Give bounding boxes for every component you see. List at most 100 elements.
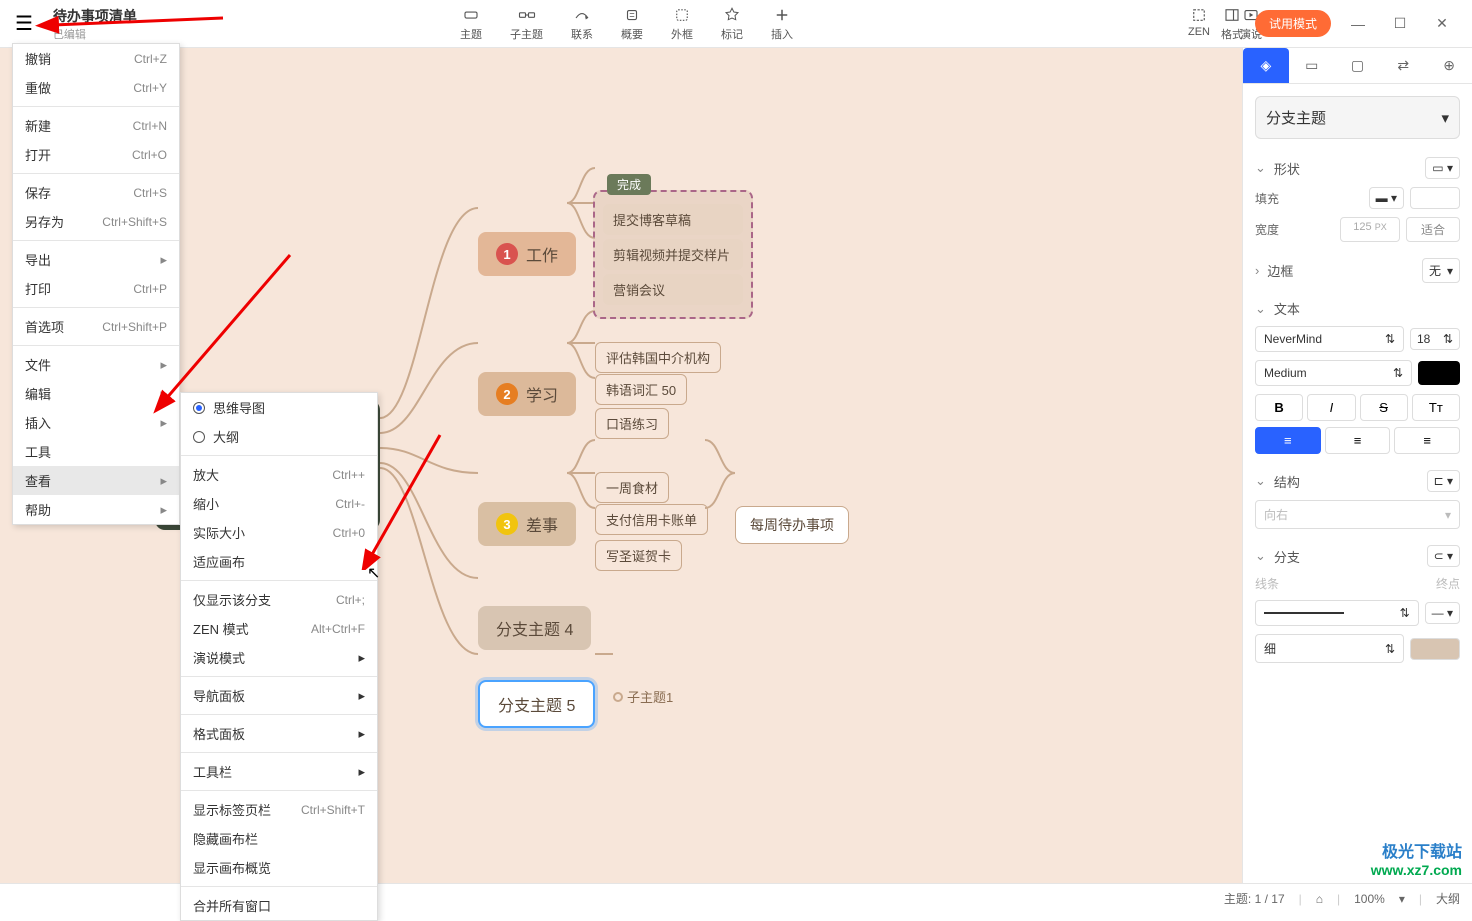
menu-item[interactable]: 打开Ctrl+O	[13, 140, 179, 169]
text-color[interactable]	[1418, 361, 1460, 385]
tab-4[interactable]: ⇄	[1380, 48, 1426, 83]
maximize-button[interactable]: ☐	[1385, 15, 1415, 32]
line-end[interactable]: — ▾	[1425, 602, 1460, 624]
subtopic-button[interactable]: 子主题	[510, 6, 543, 42]
chevron-down-icon[interactable]: ▾	[1399, 892, 1405, 906]
branch-study[interactable]: 2学习	[478, 372, 576, 416]
outline-toggle[interactable]: 大纲	[1436, 890, 1460, 907]
submenu-item[interactable]: 演说模式▸	[181, 643, 377, 672]
branch-shape[interactable]: ⊂ ▾	[1427, 545, 1460, 567]
insert-button[interactable]: 插入	[771, 6, 793, 42]
marker-button[interactable]: 标记	[721, 6, 743, 42]
menu-item[interactable]: 打印Ctrl+P	[13, 274, 179, 303]
italic-button[interactable]: I	[1307, 394, 1355, 421]
menu-item[interactable]: 工具	[13, 437, 179, 466]
font-size[interactable]: 18⇅	[1410, 328, 1460, 350]
minimize-button[interactable]: —	[1343, 16, 1373, 32]
status-zoom[interactable]: 100%	[1354, 892, 1385, 906]
menu-item[interactable]: 编辑▸	[13, 379, 179, 408]
tab-5[interactable]: ⊕	[1426, 48, 1472, 83]
width-input[interactable]: 125 PX	[1340, 217, 1400, 242]
topic-type-selector[interactable]: 分支主题▾	[1255, 96, 1460, 139]
leaf[interactable]: 一周食材	[595, 472, 669, 503]
map-icon[interactable]: ⌂	[1316, 892, 1323, 906]
branch-errand[interactable]: 3差事	[478, 502, 576, 546]
submenu-item[interactable]: 仅显示该分支Ctrl+;	[181, 585, 377, 614]
submenu-item[interactable]: 合并所有窗口	[181, 891, 377, 920]
boundary-button[interactable]: 外框	[671, 6, 693, 42]
align-center[interactable]: ≡	[1325, 427, 1391, 454]
menu-item[interactable]: 导出▸	[13, 245, 179, 274]
menu-item[interactable]: 查看▸	[13, 466, 179, 495]
submenu-item[interactable]: 实际大小Ctrl+0	[181, 518, 377, 547]
leaf[interactable]: 韩语词汇 50	[595, 374, 687, 405]
direction-select[interactable]: 向右▾	[1255, 500, 1460, 529]
submenu-item[interactable]: 适应画布	[181, 547, 377, 576]
menu-item[interactable]: 新建Ctrl+N	[13, 111, 179, 140]
submenu-item[interactable]: 格式面板▸	[181, 719, 377, 748]
submenu-item[interactable]: 隐藏画布栏	[181, 824, 377, 853]
leaf[interactable]: 营销会议	[603, 274, 743, 305]
submenu-item[interactable]: 放大Ctrl++	[181, 460, 377, 489]
submenu-item[interactable]: 显示标签页栏Ctrl+Shift+T	[181, 795, 377, 824]
bold-button[interactable]: B	[1255, 394, 1303, 421]
menu-item[interactable]: 帮助▸	[13, 495, 179, 524]
menu-item[interactable]: 插入▸	[13, 408, 179, 437]
format-toggle[interactable]: 格式	[1221, 6, 1243, 42]
tab-3[interactable]: ▢	[1335, 48, 1381, 83]
submenu-item[interactable]: 大纲	[181, 422, 377, 451]
submenu-item[interactable]: 缩小Ctrl+-	[181, 489, 377, 518]
zen-button[interactable]: ZEN	[1188, 6, 1210, 42]
summary-button[interactable]: 概要	[621, 6, 643, 42]
textcase-button[interactable]: Tт	[1412, 394, 1460, 421]
fill-swatch[interactable]	[1410, 187, 1460, 209]
view-submenu: 思维导图大纲放大Ctrl++缩小Ctrl+-实际大小Ctrl+0适应画布仅显示该…	[180, 392, 378, 921]
document-status: 已编辑	[53, 26, 137, 42]
align-right[interactable]: ≡	[1394, 427, 1460, 454]
menu-item[interactable]: 保存Ctrl+S	[13, 178, 179, 207]
tab-style[interactable]: ◈	[1243, 48, 1289, 83]
submenu-item[interactable]: 导航面板▸	[181, 681, 377, 710]
menu-item[interactable]: 撤销Ctrl+Z	[13, 44, 179, 73]
leaf[interactable]: 支付信用卡账单	[595, 504, 708, 535]
submenu-item[interactable]: 思维导图	[181, 393, 377, 422]
menu-item[interactable]: 重做Ctrl+Y	[13, 73, 179, 102]
branch-4[interactable]: 分支主题 4	[478, 606, 591, 650]
line-style[interactable]: ⇅	[1255, 600, 1419, 626]
branch-color[interactable]	[1410, 638, 1460, 660]
submenu-item[interactable]: 显示画布概览	[181, 853, 377, 882]
border-select[interactable]: 无 ▾	[1422, 258, 1460, 283]
cursor-icon: ↖	[367, 563, 380, 583]
hamburger-menu[interactable]: ☰	[0, 11, 48, 36]
fit-button[interactable]: 适合	[1406, 217, 1460, 242]
fill-mode[interactable]: ▬ ▾	[1369, 187, 1404, 209]
font-select[interactable]: NeverMind⇅	[1255, 326, 1404, 352]
structure-select[interactable]: ⊏ ▾	[1427, 470, 1460, 492]
menu-item[interactable]: 文件▸	[13, 350, 179, 379]
branch-work[interactable]: 1工作	[478, 232, 576, 276]
shape-select[interactable]: ▭ ▾	[1425, 157, 1460, 179]
close-button[interactable]: ✕	[1427, 15, 1457, 32]
tab-2[interactable]: ▭	[1289, 48, 1335, 83]
submenu-item[interactable]: 工具栏▸	[181, 757, 377, 786]
branch-5-selected[interactable]: 分支主题 5	[478, 680, 595, 728]
menu-item[interactable]: 另存为Ctrl+Shift+S	[13, 207, 179, 236]
menu-item[interactable]: 首选项Ctrl+Shift+P	[13, 312, 179, 341]
relation-button[interactable]: 联系	[571, 6, 593, 42]
status-topic: 主题: 1 / 17	[1224, 890, 1285, 907]
font-weight[interactable]: Medium⇅	[1255, 360, 1412, 386]
leaf[interactable]: 剪辑视频并提交样片	[603, 239, 743, 270]
leaf[interactable]: 提交博客草稿	[603, 204, 743, 235]
leaf[interactable]: 评估韩国中介机构	[595, 342, 721, 373]
trial-button[interactable]: 试用模式	[1255, 10, 1331, 37]
leaf[interactable]: 写圣诞贺卡	[595, 540, 682, 571]
child-topic[interactable]: 子主题1	[613, 687, 673, 706]
align-left[interactable]: ≡	[1255, 427, 1321, 454]
line-thick[interactable]: 细⇅	[1255, 634, 1404, 663]
panel-tabs: ◈ ▭ ▢ ⇄ ⊕	[1243, 48, 1472, 84]
errand-callout[interactable]: 每周待办事项	[735, 506, 849, 544]
strike-button[interactable]: S	[1360, 394, 1408, 421]
leaf[interactable]: 口语练习	[595, 408, 669, 439]
topic-button[interactable]: 主题	[460, 6, 482, 42]
submenu-item[interactable]: ZEN 模式Alt+Ctrl+F	[181, 614, 377, 643]
